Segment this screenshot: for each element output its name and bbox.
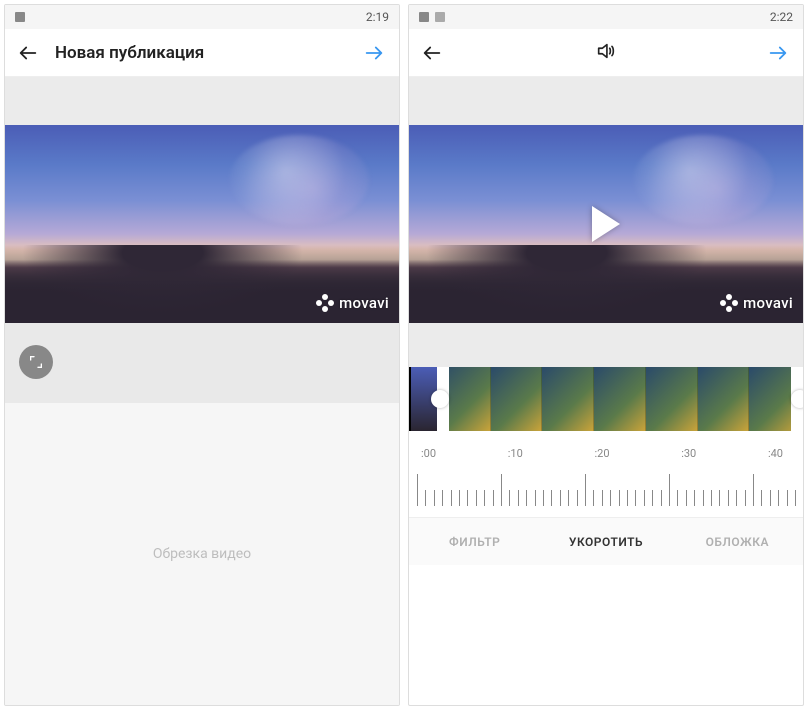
trim-frame — [542, 367, 594, 431]
trim-strip[interactable] — [409, 367, 803, 431]
statusbar-app-icon — [15, 12, 25, 22]
spacer-top — [5, 77, 399, 125]
statusbar-time: 2:22 — [770, 10, 793, 24]
tab-trim[interactable]: УКОРОТИТЬ — [540, 518, 671, 565]
tab-filter[interactable]: ФИЛЬТР — [409, 518, 540, 565]
next-button[interactable] — [767, 42, 791, 64]
phone-right: 2:22 movavi — [408, 4, 804, 706]
next-button[interactable] — [363, 42, 387, 64]
spacer-bottom — [5, 323, 399, 403]
watermark: movavi — [315, 293, 389, 313]
trim-knob-right[interactable] — [791, 390, 804, 408]
trim-knob-left[interactable] — [431, 390, 449, 408]
editor-tabs: ФИЛЬТР УКОРОТИТЬ ОБЛОЖКА — [409, 517, 803, 565]
bottom-panel-text: Обрезка видео — [153, 546, 251, 562]
arrow-left-icon — [17, 42, 39, 64]
statusbar-time: 2:19 — [366, 10, 389, 24]
statusbar-app-icon-1 — [419, 12, 429, 22]
ruler-ticks — [417, 466, 795, 514]
trim-frame — [646, 367, 698, 431]
watermark-text: movavi — [743, 294, 793, 312]
ruler-label: :00 — [421, 447, 436, 460]
spacer-top — [409, 77, 803, 125]
ruler-label: :10 — [508, 447, 523, 460]
arrow-right-icon — [363, 42, 385, 64]
ruler-label: :40 — [768, 447, 783, 460]
page-title: Новая публикация — [41, 43, 363, 63]
ruler-label: :30 — [681, 447, 696, 460]
movavi-logo-icon — [719, 293, 739, 313]
trim-frame — [594, 367, 646, 431]
ruler-labels: :00 :10 :20 :30 :40 — [409, 447, 803, 460]
phone-left: 2:19 Новая публикация movavi — [4, 4, 400, 706]
ruler-label: :20 — [594, 447, 609, 460]
sound-button[interactable] — [595, 40, 617, 66]
crop-button[interactable] — [19, 345, 53, 379]
time-ruler[interactable]: :00 :10 :20 :30 :40 — [409, 431, 803, 517]
speaker-icon — [595, 40, 617, 62]
trim-frame — [491, 367, 543, 431]
topbar: Новая публикация — [5, 29, 399, 77]
topbar — [409, 29, 803, 77]
video-preview[interactable]: movavi — [5, 125, 399, 323]
spacer-mid — [409, 323, 803, 367]
arrow-left-icon — [421, 42, 443, 64]
video-preview[interactable]: movavi — [409, 125, 803, 323]
tab-cover[interactable]: ОБЛОЖКА — [672, 518, 803, 565]
play-button[interactable] — [592, 206, 620, 242]
watermark-text: movavi — [339, 294, 389, 312]
statusbar: 2:22 — [409, 5, 803, 29]
back-button[interactable] — [421, 42, 445, 64]
movavi-logo-icon — [315, 293, 335, 313]
statusbar: 2:19 — [5, 5, 399, 29]
bottom-panel: Обрезка видео — [5, 403, 399, 705]
expand-icon — [28, 354, 44, 370]
statusbar-app-icon-2 — [435, 12, 445, 22]
watermark: movavi — [719, 293, 793, 313]
trim-frame — [698, 367, 750, 431]
arrow-right-icon — [767, 42, 789, 64]
back-button[interactable] — [17, 42, 41, 64]
